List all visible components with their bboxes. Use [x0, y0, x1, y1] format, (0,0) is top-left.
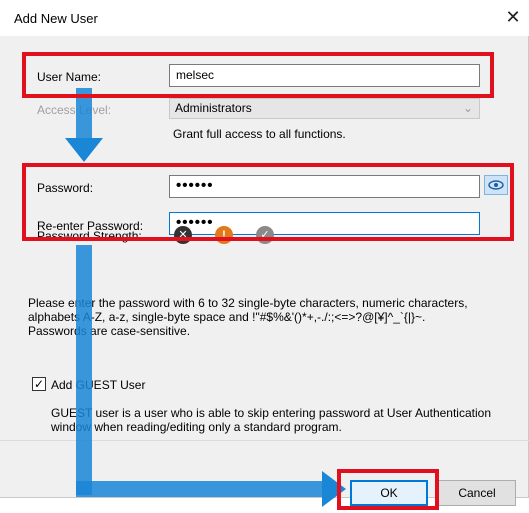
arrow-head-down-icon [65, 138, 103, 162]
user-name-highlight [22, 52, 494, 98]
arrow-shaft-vertical [76, 245, 92, 495]
ok-button-highlight [337, 469, 439, 510]
arrow-shaft-horizontal [76, 481, 326, 497]
password-highlight [22, 163, 514, 241]
